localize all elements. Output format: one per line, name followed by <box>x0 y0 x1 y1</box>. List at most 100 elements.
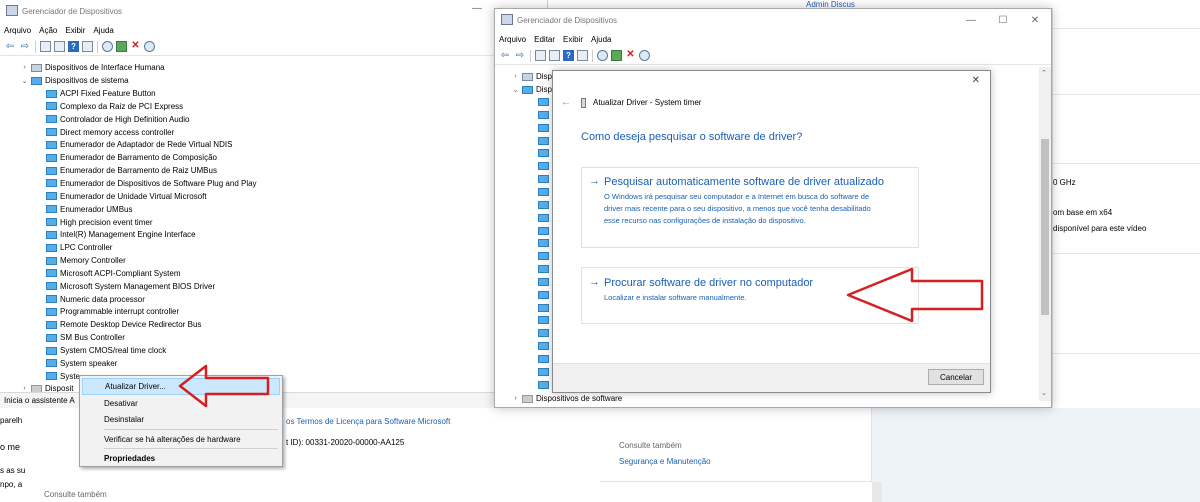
device-label: Controlador de High Definition Audio <box>60 114 190 124</box>
expand-chevron-icon[interactable]: › <box>511 73 520 80</box>
uninstall-device-icon[interactable]: ✕ <box>130 41 141 52</box>
properties-icon[interactable] <box>549 50 560 61</box>
back-arrow-icon[interactable]: ⇦ <box>4 41 16 52</box>
spec-os-type: om base em x64 <box>1053 208 1113 217</box>
device-icon <box>46 346 57 355</box>
device-list-item[interactable]: Numeric data processor <box>46 293 145 306</box>
vertical-scrollbar[interactable]: ⌃ ⌄ <box>1039 67 1051 401</box>
device-icon <box>538 290 549 299</box>
menu-item-properties[interactable]: Propriedades <box>82 450 280 467</box>
device-icon <box>46 230 57 239</box>
enable-device-icon[interactable] <box>639 50 650 61</box>
forward-arrow-icon[interactable]: ⇨ <box>19 41 31 52</box>
device-list-item[interactable]: ACPI Fixed Feature Button <box>46 87 156 100</box>
device-list-item[interactable]: Microsoft System Management BIOS Driver <box>46 280 215 293</box>
menu-editar[interactable]: Editar <box>534 35 555 44</box>
scan-hardware-icon[interactable] <box>102 41 113 52</box>
device-list-item[interactable]: Enumerador de Barramento de Raiz UMBus <box>46 164 217 177</box>
device-list-item[interactable]: SM Bus Controller <box>46 331 125 344</box>
tree-category[interactable]: › Disp <box>511 70 552 83</box>
action-view-icon[interactable] <box>82 41 93 52</box>
license-terms-link[interactable]: os Termos de Licença para Software Micro… <box>286 417 450 426</box>
spec-display: disponível para este vídeo <box>1053 224 1147 233</box>
divider <box>1053 163 1200 164</box>
device-list-item[interactable]: Programmable interrupt controller <box>46 305 179 318</box>
collapse-chevron-icon[interactable]: ⌄ <box>511 86 520 94</box>
scroll-down-icon[interactable]: ⌄ <box>1041 389 1047 397</box>
menu-acao[interactable]: Ação <box>39 26 57 35</box>
maximize-icon[interactable]: ☐ <box>987 9 1019 31</box>
title-bar[interactable]: Gerenciador de Dispositivos ← — <box>0 0 547 22</box>
tree-category-system[interactable]: ⌄ Dispositivos de sistema <box>20 74 129 87</box>
device-list-item[interactable]: Microsoft ACPI-Compliant System <box>46 267 180 280</box>
expand-chevron-icon[interactable]: › <box>20 385 29 392</box>
device-view-icon[interactable] <box>40 41 51 52</box>
device-list-item[interactable]: Direct memory access controller <box>46 126 174 139</box>
device-list-item[interactable]: Syste <box>46 370 80 383</box>
device-icon <box>46 320 57 329</box>
update-driver-icon[interactable] <box>116 41 127 52</box>
menu-item-scan-hardware[interactable]: Verificar se há alterações de hardware <box>82 431 280 448</box>
scan-hardware-icon[interactable] <box>597 50 608 61</box>
menu-arquivo[interactable]: Arquivo <box>499 35 526 44</box>
menu-ajuda[interactable]: Ajuda <box>93 26 113 35</box>
menu-exibir[interactable]: Exibir <box>563 35 583 44</box>
tree-category-label: Dispositivos de Interface Humana <box>45 63 165 72</box>
device-view-icon[interactable] <box>535 50 546 61</box>
cancel-button[interactable]: Cancelar <box>928 369 984 385</box>
expand-chevron-icon[interactable]: › <box>20 64 29 71</box>
device-list-item[interactable]: High precision event timer <box>46 216 152 229</box>
divider <box>1053 94 1200 95</box>
menu-exibir[interactable]: Exibir <box>65 26 85 35</box>
collapse-chevron-icon[interactable]: ⌄ <box>20 77 29 85</box>
help-icon[interactable]: ? <box>68 41 79 52</box>
device-list-item[interactable]: Enumerador de Barramento de Composição <box>46 151 217 164</box>
dialog-footer: Cancelar <box>553 363 990 392</box>
scrollbar-thumb[interactable] <box>1041 139 1049 315</box>
properties-icon[interactable] <box>54 41 65 52</box>
device-list-item[interactable]: Remote Desktop Device Redirector Bus <box>46 318 201 331</box>
tree-category-label: Disp <box>536 85 553 94</box>
expand-chevron-icon[interactable]: › <box>511 395 520 402</box>
device-icon <box>538 239 549 248</box>
menu-item-uninstall[interactable]: Desinstalar <box>82 411 280 428</box>
back-arrow-icon[interactable]: ⇦ <box>499 50 511 61</box>
device-label: Direct memory access controller <box>60 127 175 137</box>
forward-arrow-icon[interactable]: ⇨ <box>514 50 526 61</box>
device-icon <box>538 329 549 338</box>
device-icon <box>538 342 549 351</box>
uninstall-device-icon[interactable]: ✕ <box>625 50 636 61</box>
tree-category-next[interactable]: › Disposit <box>20 382 73 392</box>
device-list-item[interactable]: Controlador de High Definition Audio <box>46 113 189 126</box>
device-list-item[interactable]: Enumerador de Adaptador de Rede Virtual … <box>46 138 232 151</box>
minimize-icon[interactable]: — <box>955 9 987 31</box>
close-icon[interactable]: ✕ <box>972 75 980 86</box>
device-list-item[interactable]: Enumerador UMBus <box>46 203 132 216</box>
scroll-up-icon[interactable]: ⌃ <box>1041 69 1047 77</box>
back-arrow-icon[interactable]: ← <box>561 97 571 108</box>
enable-device-icon[interactable] <box>144 41 155 52</box>
device-list-item[interactable]: Enumerador de Unidade Virtual Microsoft <box>46 190 207 203</box>
tree-category[interactable]: ⌄ Disp <box>511 83 552 96</box>
update-driver-icon[interactable] <box>611 50 622 61</box>
device-list-item[interactable]: LPC Controller <box>46 241 112 254</box>
device-list-item[interactable]: Memory Controller <box>46 254 126 267</box>
security-link[interactable]: Segurança e Manutenção <box>619 457 711 466</box>
menu-ajuda[interactable]: Ajuda <box>591 35 611 44</box>
device-list-item[interactable]: Enumerador de Dispositivos de Software P… <box>46 177 257 190</box>
tree-category-label: Dispositivos de sistema <box>45 76 129 85</box>
close-icon[interactable]: ✕ <box>1019 9 1051 31</box>
device-list-item[interactable]: Intel(R) Management Engine Interface <box>46 228 196 241</box>
tree-category-hid[interactable]: › Dispositivos de Interface Humana <box>20 61 165 74</box>
option-search-automatically[interactable]: → Pesquisar automaticamente software de … <box>581 167 919 248</box>
device-label: High precision event timer <box>60 217 153 227</box>
tree-category[interactable]: › Dispositivos de software <box>511 392 622 405</box>
menu-arquivo[interactable]: Arquivo <box>4 26 31 35</box>
device-list-item[interactable]: Complexo da Raiz de PCI Express <box>46 100 183 113</box>
device-list-item[interactable]: System speaker <box>46 357 117 370</box>
device-list-item[interactable]: System CMOS/real time clock <box>46 344 166 357</box>
help-icon[interactable]: ? <box>563 50 574 61</box>
action-view-icon[interactable] <box>577 50 588 61</box>
minimize-icon[interactable]: — <box>472 3 482 14</box>
title-bar[interactable]: Gerenciador de Dispositivos — ☐ ✕ <box>495 9 1051 31</box>
